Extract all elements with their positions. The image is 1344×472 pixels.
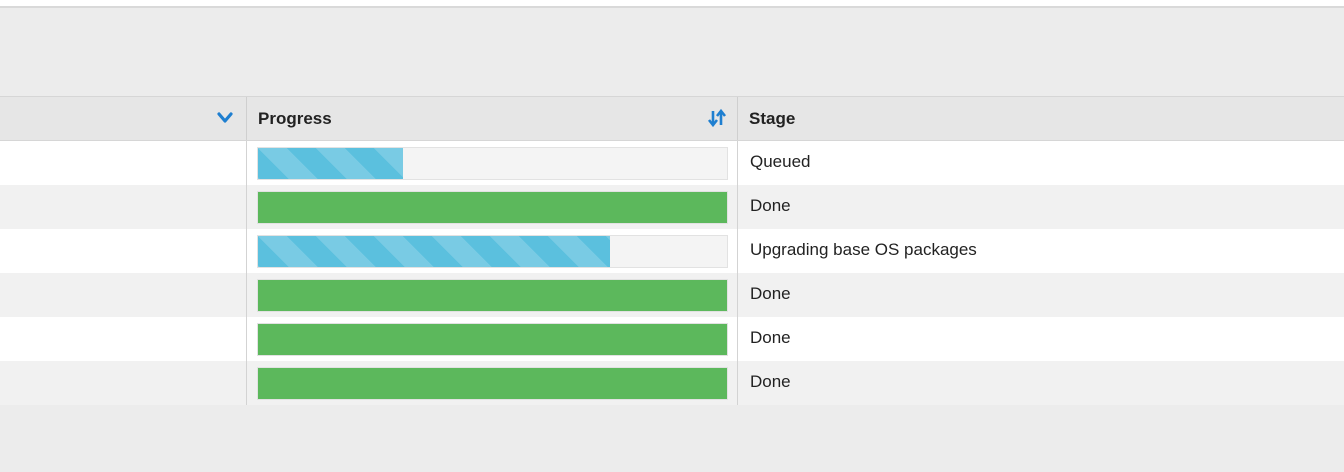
toolbar-area bbox=[0, 8, 1344, 96]
stage-text: Queued bbox=[750, 152, 811, 171]
column-header-progress[interactable]: Progress bbox=[246, 97, 737, 140]
row-first-cell bbox=[0, 273, 246, 317]
column-header-stage[interactable]: Stage bbox=[737, 97, 1344, 140]
row-first-cell bbox=[0, 229, 246, 273]
chevron-down-icon[interactable] bbox=[216, 109, 234, 127]
progress-bar bbox=[257, 191, 728, 224]
progress-cell bbox=[246, 317, 737, 361]
progress-cell bbox=[246, 273, 737, 317]
progress-header-label: Progress bbox=[258, 109, 332, 128]
stage-cell: Done bbox=[737, 317, 1344, 361]
data-grid: Progress Stage Queued Done Upgrading bas… bbox=[0, 96, 1344, 405]
stage-cell: Queued bbox=[737, 141, 1344, 185]
stage-header-label: Stage bbox=[749, 109, 796, 128]
sort-icon[interactable] bbox=[707, 108, 727, 128]
stage-text: Upgrading base OS packages bbox=[750, 240, 977, 259]
table-row[interactable]: Queued bbox=[0, 141, 1344, 185]
row-first-cell bbox=[0, 361, 246, 405]
progress-bar bbox=[257, 323, 728, 356]
table-row[interactable]: Upgrading base OS packages bbox=[0, 229, 1344, 273]
progress-cell bbox=[246, 229, 737, 273]
stage-cell: Done bbox=[737, 185, 1344, 229]
row-first-cell bbox=[0, 141, 246, 185]
progress-bar bbox=[257, 367, 728, 400]
stage-cell: Done bbox=[737, 273, 1344, 317]
progress-bar bbox=[257, 279, 728, 312]
progress-bar-fill bbox=[258, 324, 727, 355]
progress-cell bbox=[246, 141, 737, 185]
stage-text: Done bbox=[750, 284, 791, 303]
progress-bar-fill bbox=[258, 236, 610, 267]
progress-bar-fill bbox=[258, 192, 727, 223]
row-first-cell bbox=[0, 185, 246, 229]
grid-header: Progress Stage bbox=[0, 96, 1344, 141]
column-header-first[interactable] bbox=[0, 97, 246, 140]
table-row[interactable]: Done bbox=[0, 361, 1344, 405]
stage-cell: Done bbox=[737, 361, 1344, 405]
progress-cell bbox=[246, 361, 737, 405]
progress-bar bbox=[257, 235, 728, 268]
row-first-cell bbox=[0, 317, 246, 361]
table-row[interactable]: Done bbox=[0, 185, 1344, 229]
stage-text: Done bbox=[750, 372, 791, 391]
progress-bar-fill bbox=[258, 148, 404, 179]
table-row[interactable]: Done bbox=[0, 273, 1344, 317]
progress-bar-fill bbox=[258, 280, 727, 311]
stage-text: Done bbox=[750, 328, 791, 347]
progress-cell bbox=[246, 185, 737, 229]
grid-footer bbox=[0, 406, 1344, 472]
table-row[interactable]: Done bbox=[0, 317, 1344, 361]
stage-cell: Upgrading base OS packages bbox=[737, 229, 1344, 273]
progress-bar bbox=[257, 147, 728, 180]
stage-text: Done bbox=[750, 196, 791, 215]
progress-bar-fill bbox=[258, 368, 727, 399]
